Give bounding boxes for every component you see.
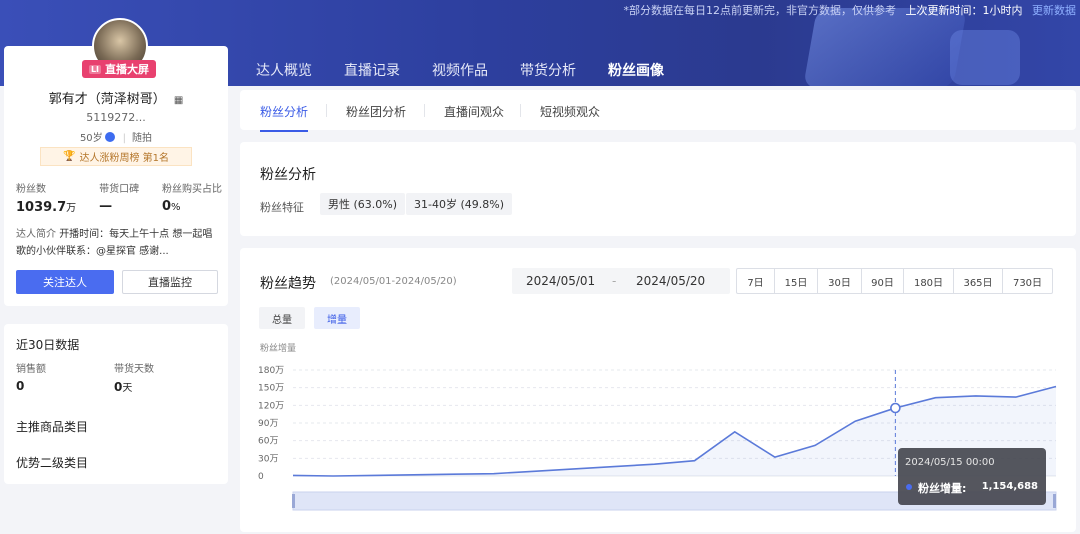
follow-button[interactable]: 关注达人 — [16, 270, 114, 294]
subtab-live-audience[interactable]: 直播间观众 — [444, 103, 504, 120]
recent-title: 近30日数据 — [16, 338, 80, 352]
hover-point — [890, 402, 901, 414]
notice-text: *部分数据在每日12点前更新完，非官方数据，仅供参考 — [623, 4, 897, 17]
fan-analysis-title: 粉丝分析 — [260, 167, 316, 183]
sales-label: 销售额 — [16, 364, 46, 375]
live-monitor-button[interactable]: 直播监控 — [122, 270, 218, 294]
chart-tooltip: 2024/05/15 00:00 粉丝增量: 1,154,688 — [898, 448, 1046, 505]
tab-videos[interactable]: 视频作品 — [432, 60, 488, 86]
days-label: 带货天数 — [114, 364, 154, 375]
rank-text: 达人涨粉周榜 第1名 — [79, 153, 169, 164]
influencer-meta: 50岁 | 随拍 — [79, 132, 153, 144]
last-update-label: 上次更新时间：1小时内 — [905, 4, 1023, 17]
live-screen-badge[interactable]: LI 直播大屏 — [82, 60, 156, 78]
stat-reputation: 带货口碑 — — [99, 180, 139, 215]
verified-icon — [104, 132, 115, 142]
sales-days-stat: 带货天数 0天 — [114, 360, 154, 394]
main-nav: 达人概览 直播记录 视频作品 带货分析 粉丝画像 — [256, 60, 696, 86]
subtab-video-audience[interactable]: 短视频观众 — [540, 103, 600, 120]
stat-value: — — [99, 199, 113, 214]
tab-live-records[interactable]: 直播记录 — [344, 60, 400, 86]
y-tick-label: 60万 — [258, 437, 278, 447]
feature-chip-gender: 男性 (63.0%) — [320, 193, 406, 215]
influencer-name-row: 郭有才（菏泽树哥） ▦ — [4, 88, 228, 107]
y-tick-label: 30万 — [258, 454, 278, 464]
tooltip-label: 粉丝增量: — [918, 482, 967, 495]
update-data-link[interactable]: 更新数据 — [1032, 4, 1076, 17]
live-icon: LI — [88, 64, 102, 74]
fan-feature-label: 粉丝特征 — [260, 201, 304, 214]
platform-label: 随拍 — [132, 133, 153, 144]
influencer-id: 5119272... — [86, 111, 146, 124]
stat-label: 带货口碑 — [99, 184, 140, 195]
zoom-handle-left — [292, 494, 295, 508]
influencer-name: 郭有才（菏泽树哥） — [48, 92, 166, 107]
tooltip-date: 2024/05/15 00:00 — [905, 457, 995, 468]
sub-tabs: 粉丝分析 粉丝团分析 直播间观众 短视频观众 — [240, 90, 1076, 132]
age-label: 50岁 — [79, 133, 103, 144]
days-value: 0天 — [114, 380, 133, 394]
y-tick-label: 0 — [258, 472, 264, 482]
tab-sales-analysis[interactable]: 带货分析 — [520, 60, 576, 86]
sales-stat: 销售额 0 — [16, 360, 46, 393]
feature-chip-age: 31-40岁 (49.8%) — [406, 193, 512, 215]
profile-card: LI 直播大屏 郭有才（菏泽树哥） ▦ 5119272... 50岁 | 随拍 🏆 … — [4, 18, 228, 306]
influencer-intro: 达人简介 开播时间：每天上午十点 想一起唱歌的小伙伴联系：@星探官 感谢... — [16, 226, 216, 260]
qr-code-icon[interactable]: ▦ — [174, 95, 183, 106]
y-tick-label: 90万 — [258, 419, 278, 429]
banner-decoration — [802, 8, 968, 86]
y-tick-label: 150万 — [258, 384, 284, 394]
y-tick-label: 120万 — [258, 401, 284, 411]
recent-30-days-card: 近30日数据 销售额 0 带货天数 0天 主推商品类目 优势二级类目 — [4, 324, 228, 484]
intro-label: 达人简介 — [16, 229, 56, 240]
stat-purchase-ratio: 粉丝购买占比 0% — [162, 180, 222, 215]
subtab-fan-analysis[interactable]: 粉丝分析 — [260, 103, 309, 132]
stat-label: 粉丝数 — [16, 184, 46, 195]
sales-value: 0 — [16, 379, 25, 393]
banner-decoration-small — [950, 30, 1020, 85]
profile-stats: 粉丝数 1039.7万 带货口碑 — 粉丝购买占比 0% — [16, 180, 222, 215]
tooltip-value: 1,154,688 — [981, 481, 1038, 492]
stat-label: 粉丝购买占比 — [161, 184, 222, 195]
stat-value: 0% — [161, 199, 181, 214]
stat-fans: 粉丝数 1039.7万 — [16, 180, 76, 215]
tab-overview[interactable]: 达人概览 — [256, 60, 312, 86]
tooltip-series-dot — [906, 484, 912, 490]
update-notice: *部分数据在每日12点前更新完，非官方数据，仅供参考 上次更新时间：1小时内 更… — [624, 2, 1077, 18]
zoom-handle-right — [1053, 494, 1056, 508]
trophy-icon: 🏆 — [63, 151, 76, 162]
tab-fan-profile[interactable]: 粉丝画像 — [608, 60, 664, 86]
y-tick-label: 180万 — [258, 366, 284, 376]
fan-trend-card: 粉丝趋势 (2024/05/01-2024/05/20) 2024/05/01 … — [240, 248, 1076, 532]
rank-badge[interactable]: 🏆 达人涨粉周榜 第1名 — [40, 147, 192, 166]
main-category-label: 主推商品类目 — [16, 420, 89, 434]
stat-value: 1039.7万 — [16, 200, 77, 215]
fan-analysis-card: 粉丝分析 粉丝特征 男性 (63.0%) 31-40岁 (49.8%) — [240, 142, 1076, 236]
subtab-fan-group[interactable]: 粉丝团分析 — [346, 103, 406, 120]
advantage-category-label: 优势二级类目 — [16, 456, 89, 470]
live-badge-label: 直播大屏 — [105, 63, 150, 76]
